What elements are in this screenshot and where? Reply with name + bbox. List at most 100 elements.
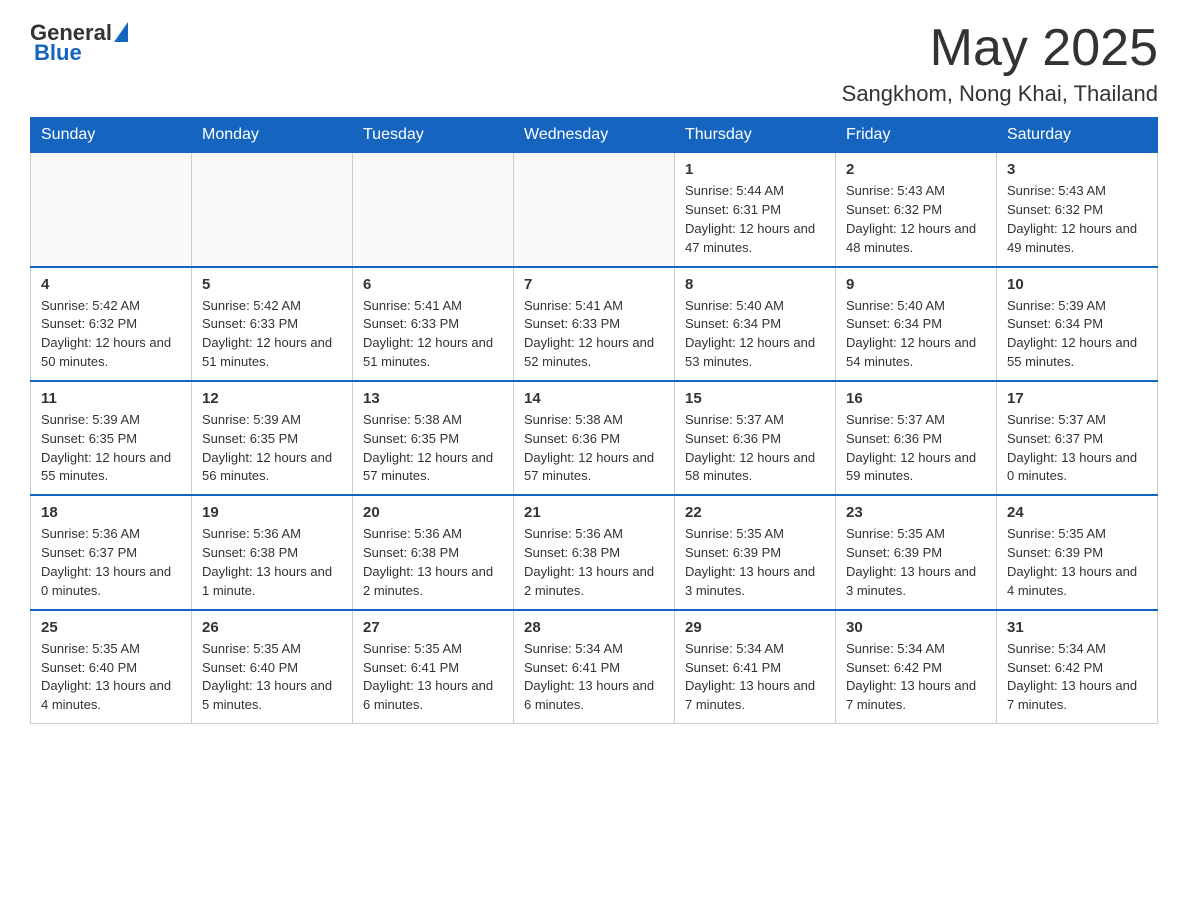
day-cell [514,153,675,267]
day-cell: 9Sunrise: 5:40 AMSunset: 6:34 PMDaylight… [836,267,997,381]
day-number: 24 [1007,504,1147,521]
day-number: 12 [202,390,342,407]
day-cell: 30Sunrise: 5:34 AMSunset: 6:42 PMDayligh… [836,610,997,724]
day-info: Sunrise: 5:34 AMSunset: 6:41 PMDaylight:… [524,640,664,715]
day-info: Sunrise: 5:37 AMSunset: 6:36 PMDaylight:… [685,411,825,486]
day-info: Sunrise: 5:42 AMSunset: 6:32 PMDaylight:… [41,297,181,372]
day-cell: 26 Sunrise: 5:35 AMSunset: 6:40 PMDayligh… [192,610,353,724]
logo-text-blue: Blue [34,40,82,66]
day-info: Sunrise: 5:44 AMSunset: 6:31 PMDaylight:… [685,182,825,257]
day-number: 28 [524,619,664,636]
day-cell: 25Sunrise: 5:35 AMSunset: 6:40 PMDayligh… [31,610,192,724]
day-number: 21 [524,504,664,521]
week-row-2: 4 Sunrise: 5:42 AMSunset: 6:32 PMDaylight… [31,267,1158,381]
day-number: 31 [1007,619,1147,636]
day-number: 4 [41,276,181,293]
day-cell: 13 Sunrise: 5:38 AMSunset: 6:35 PMDayligh… [353,381,514,495]
day-cell: 3Sunrise: 5:43 AMSunset: 6:32 PMDaylight… [997,153,1158,267]
month-title: May 2025 [842,20,1158,77]
weekday-header-wednesday: Wednesday [514,118,675,153]
logo[interactable]: General Blue [30,20,128,66]
day-cell: 19Sunrise: 5:36 AMSunset: 6:38 PMDayligh… [192,495,353,609]
day-info: Sunrise: 5:35 AMSunset: 6:41 PMDaylight:… [363,640,503,715]
day-info: Sunrise: 5:38 AMSunset: 6:35 PMDaylight:… [363,411,503,486]
day-cell: 21 Sunrise: 5:36 AMSunset: 6:38 PMDayligh… [514,495,675,609]
weekday-header-saturday: Saturday [997,118,1158,153]
day-info: Sunrise: 5:36 AMSunset: 6:37 PMDaylight:… [41,525,181,600]
day-cell: 12Sunrise: 5:39 AMSunset: 6:35 PMDayligh… [192,381,353,495]
week-row-4: 18 Sunrise: 5:36 AMSunset: 6:37 PMDayligh… [31,495,1158,609]
day-cell [353,153,514,267]
week-row-3: 11 Sunrise: 5:39 AMSunset: 6:35 PMDayligh… [31,381,1158,495]
weekday-header-friday: Friday [836,118,997,153]
day-number: 29 [685,619,825,636]
weekday-header-row: SundayMondayTuesdayWednesdayThursdayFrid… [31,118,1158,153]
day-number: 20 [363,504,503,521]
day-cell: 8Sunrise: 5:40 AMSunset: 6:34 PMDaylight… [675,267,836,381]
day-info: Sunrise: 5:43 AMSunset: 6:32 PMDaylight:… [846,182,986,257]
day-cell: 29 Sunrise: 5:34 AMSunset: 6:41 PMDayligh… [675,610,836,724]
day-info: Sunrise: 5:36 AMSunset: 6:38 PMDaylight:… [524,525,664,600]
day-info: Sunrise: 5:34 AMSunset: 6:42 PMDaylight:… [1007,640,1147,715]
day-cell [192,153,353,267]
day-cell: 22 Sunrise: 5:35 AMSunset: 6:39 PMDayligh… [675,495,836,609]
day-info: Sunrise: 5:40 AMSunset: 6:34 PMDaylight:… [846,297,986,372]
day-info: Sunrise: 5:41 AMSunset: 6:33 PMDaylight:… [524,297,664,372]
day-info: Sunrise: 5:42 AMSunset: 6:33 PMDaylight:… [202,297,342,372]
day-info: Sunrise: 5:37 AMSunset: 6:37 PMDaylight:… [1007,411,1147,486]
page-header: General Blue May 2025 Sangkhom, Nong Kha… [30,20,1158,107]
day-cell: 7 Sunrise: 5:41 AMSunset: 6:33 PMDaylight… [514,267,675,381]
day-cell: 10Sunrise: 5:39 AMSunset: 6:34 PMDayligh… [997,267,1158,381]
day-number: 26 [202,619,342,636]
location-title: Sangkhom, Nong Khai, Thailand [842,81,1158,107]
day-number: 15 [685,390,825,407]
day-number: 1 [685,161,825,178]
day-info: Sunrise: 5:35 AMSunset: 6:39 PMDaylight:… [685,525,825,600]
day-info: Sunrise: 5:35 AMSunset: 6:39 PMDaylight:… [846,525,986,600]
day-cell: 14 Sunrise: 5:38 AMSunset: 6:36 PMDayligh… [514,381,675,495]
day-cell: 17 Sunrise: 5:37 AMSunset: 6:37 PMDayligh… [997,381,1158,495]
day-cell: 11 Sunrise: 5:39 AMSunset: 6:35 PMDayligh… [31,381,192,495]
day-number: 11 [41,390,181,407]
day-number: 10 [1007,276,1147,293]
day-cell: 1 Sunrise: 5:44 AMSunset: 6:31 PMDaylight… [675,153,836,267]
weekday-header-tuesday: Tuesday [353,118,514,153]
day-info: Sunrise: 5:35 AMSunset: 6:40 PMDaylight:… [41,640,181,715]
day-number: 6 [363,276,503,293]
day-info: Sunrise: 5:38 AMSunset: 6:36 PMDaylight:… [524,411,664,486]
day-info: Sunrise: 5:39 AMSunset: 6:35 PMDaylight:… [41,411,181,486]
weekday-header-monday: Monday [192,118,353,153]
weekday-header-sunday: Sunday [31,118,192,153]
day-number: 13 [363,390,503,407]
day-cell: 15 Sunrise: 5:37 AMSunset: 6:36 PMDayligh… [675,381,836,495]
day-cell: 24 Sunrise: 5:35 AMSunset: 6:39 PMDayligh… [997,495,1158,609]
day-info: Sunrise: 5:43 AMSunset: 6:32 PMDaylight:… [1007,182,1147,257]
calendar-table: SundayMondayTuesdayWednesdayThursdayFrid… [30,117,1158,724]
day-number: 22 [685,504,825,521]
day-info: Sunrise: 5:36 AMSunset: 6:38 PMDaylight:… [363,525,503,600]
day-cell: 4 Sunrise: 5:42 AMSunset: 6:32 PMDaylight… [31,267,192,381]
day-info: Sunrise: 5:35 AMSunset: 6:40 PMDaylight:… [202,640,342,715]
week-row-1: 1 Sunrise: 5:44 AMSunset: 6:31 PMDaylight… [31,153,1158,267]
week-row-5: 25Sunrise: 5:35 AMSunset: 6:40 PMDayligh… [31,610,1158,724]
day-info: Sunrise: 5:37 AMSunset: 6:36 PMDaylight:… [846,411,986,486]
day-number: 5 [202,276,342,293]
title-block: May 2025 Sangkhom, Nong Khai, Thailand [842,20,1158,107]
day-number: 18 [41,504,181,521]
day-info: Sunrise: 5:35 AMSunset: 6:39 PMDaylight:… [1007,525,1147,600]
day-number: 17 [1007,390,1147,407]
day-number: 16 [846,390,986,407]
day-info: Sunrise: 5:34 AMSunset: 6:41 PMDaylight:… [685,640,825,715]
day-number: 30 [846,619,986,636]
day-cell: 28 Sunrise: 5:34 AMSunset: 6:41 PMDayligh… [514,610,675,724]
day-number: 8 [685,276,825,293]
day-number: 14 [524,390,664,407]
day-cell: 20 Sunrise: 5:36 AMSunset: 6:38 PMDayligh… [353,495,514,609]
day-cell: 6 Sunrise: 5:41 AMSunset: 6:33 PMDaylight… [353,267,514,381]
day-cell: 2Sunrise: 5:43 AMSunset: 6:32 PMDaylight… [836,153,997,267]
day-number: 7 [524,276,664,293]
day-cell: 16 Sunrise: 5:37 AMSunset: 6:36 PMDayligh… [836,381,997,495]
day-cell: 18 Sunrise: 5:36 AMSunset: 6:37 PMDayligh… [31,495,192,609]
day-info: Sunrise: 5:41 AMSunset: 6:33 PMDaylight:… [363,297,503,372]
day-info: Sunrise: 5:36 AMSunset: 6:38 PMDaylight:… [202,525,342,600]
